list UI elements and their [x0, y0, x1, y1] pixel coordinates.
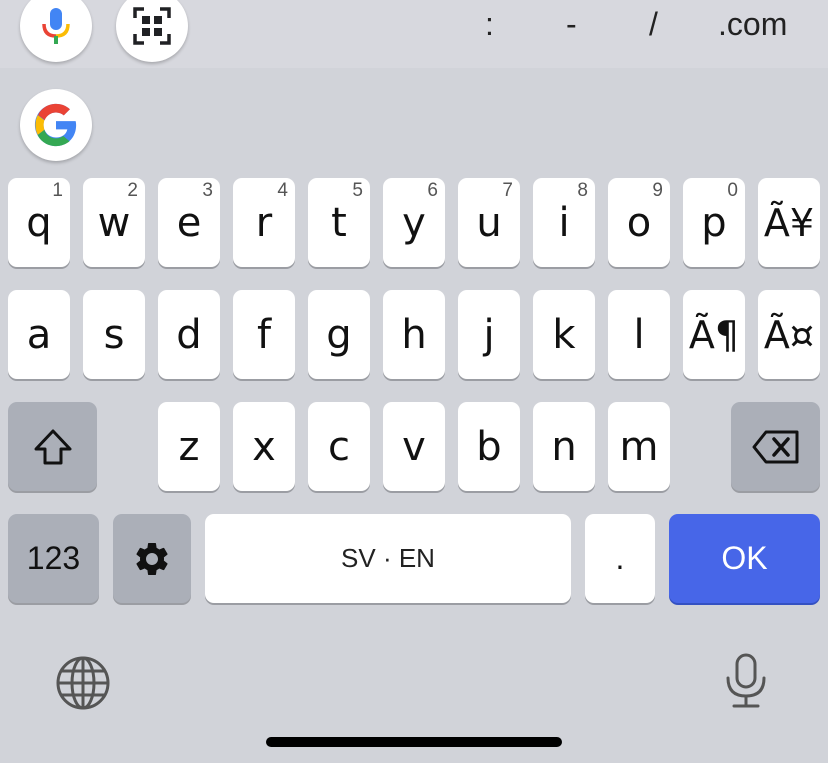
key-v[interactable]: v: [383, 402, 445, 491]
key-a-umlaut[interactable]: Ã¤: [758, 290, 820, 379]
language-switch-button[interactable]: [55, 655, 111, 716]
key-label: w: [97, 199, 131, 246]
shift-key[interactable]: [8, 402, 97, 491]
key-n[interactable]: n: [533, 402, 595, 491]
google-voice-icon: [42, 8, 70, 44]
symbol-dash[interactable]: -: [566, 6, 577, 43]
space-key[interactable]: SV · EN: [205, 514, 571, 603]
key-h[interactable]: h: [383, 290, 445, 379]
key-label: q: [26, 199, 52, 246]
key-label: 123: [26, 540, 81, 576]
key-a[interactable]: a: [8, 290, 70, 379]
key-e[interactable]: e3: [158, 178, 220, 267]
key-label: z: [178, 423, 200, 470]
key-label: h: [401, 311, 427, 358]
shift-icon: [34, 429, 71, 464]
key-i[interactable]: i8: [533, 178, 595, 267]
key-label: Ã¤: [763, 312, 815, 357]
key-hint: 3: [202, 180, 213, 201]
key-d[interactable]: d: [158, 290, 220, 379]
key-label: b: [476, 423, 502, 470]
key-label: x: [252, 423, 276, 470]
globe-icon: [56, 656, 110, 710]
key-label: k: [552, 311, 576, 358]
key-label: p: [701, 199, 727, 246]
space-label: SV · EN: [341, 543, 435, 573]
key-label: i: [558, 199, 570, 246]
home-indicator[interactable]: [266, 737, 562, 747]
key-label: u: [476, 199, 502, 246]
key-label: o: [626, 199, 652, 246]
key-hint: 7: [502, 180, 513, 201]
key-hint: 9: [652, 180, 663, 201]
key-label: l: [633, 311, 645, 358]
gear-icon: [136, 542, 168, 575]
key-b[interactable]: b: [458, 402, 520, 491]
key-s[interactable]: s: [83, 290, 145, 379]
ok-label: OK: [721, 540, 768, 576]
key-label: a: [26, 311, 52, 358]
key-label: Ã¶: [688, 312, 740, 357]
key-x[interactable]: x: [233, 402, 295, 491]
key-q[interactable]: q1: [8, 178, 70, 267]
key-label: j: [483, 311, 495, 358]
key-label: n: [551, 423, 577, 470]
settings-key[interactable]: [113, 514, 191, 603]
key-f[interactable]: f: [233, 290, 295, 379]
symbol-colon[interactable]: :: [485, 6, 494, 43]
symbol-slash[interactable]: /: [649, 6, 658, 43]
key-o[interactable]: o9: [608, 178, 670, 267]
key-label: r: [255, 199, 273, 246]
key-label: c: [328, 423, 350, 470]
key-label: s: [103, 311, 125, 358]
key-label: e: [176, 199, 202, 246]
key-hint: 1: [52, 180, 63, 201]
key-label: v: [402, 423, 426, 470]
key-hint: 6: [427, 180, 438, 201]
key-label: y: [402, 199, 426, 246]
key-hint: 0: [727, 180, 738, 201]
key-r[interactable]: r4: [233, 178, 295, 267]
backspace-key[interactable]: [731, 402, 820, 491]
key-label: .: [615, 540, 625, 576]
key-p[interactable]: p0: [683, 178, 745, 267]
period-key[interactable]: .: [585, 514, 655, 603]
key-z[interactable]: z: [158, 402, 220, 491]
microphone-icon: [726, 653, 766, 708]
key-u[interactable]: u7: [458, 178, 520, 267]
key-label: f: [256, 311, 272, 358]
key-t[interactable]: t5: [308, 178, 370, 267]
backspace-icon: [752, 430, 798, 463]
dictation-button[interactable]: [724, 652, 768, 715]
key-w[interactable]: w2: [83, 178, 145, 267]
ok-key[interactable]: OK: [669, 514, 820, 603]
key-label: d: [176, 311, 202, 358]
key-a-ring[interactable]: Ã¥: [758, 178, 820, 267]
key-k[interactable]: k: [533, 290, 595, 379]
key-label: t: [331, 199, 347, 246]
key-o-umlaut[interactable]: Ã¶: [683, 290, 745, 379]
key-g[interactable]: g: [308, 290, 370, 379]
key-hint: 5: [352, 180, 363, 201]
key-hint: 4: [277, 180, 288, 201]
key-hint: 2: [127, 180, 138, 201]
google-g-icon: [34, 103, 77, 147]
numbers-key[interactable]: 123: [8, 514, 99, 603]
key-y[interactable]: y6: [383, 178, 445, 267]
key-j[interactable]: j: [458, 290, 520, 379]
scan-qr-icon: [133, 7, 171, 45]
key-label: m: [619, 423, 659, 470]
key-m[interactable]: m: [608, 402, 670, 491]
key-c[interactable]: c: [308, 402, 370, 491]
key-label: Ã¥: [763, 200, 815, 245]
key-hint: 8: [577, 180, 588, 201]
key-label: g: [326, 311, 352, 358]
key-l[interactable]: l: [608, 290, 670, 379]
google-search-button[interactable]: [20, 89, 92, 161]
symbol-dotcom[interactable]: .com: [718, 6, 787, 43]
